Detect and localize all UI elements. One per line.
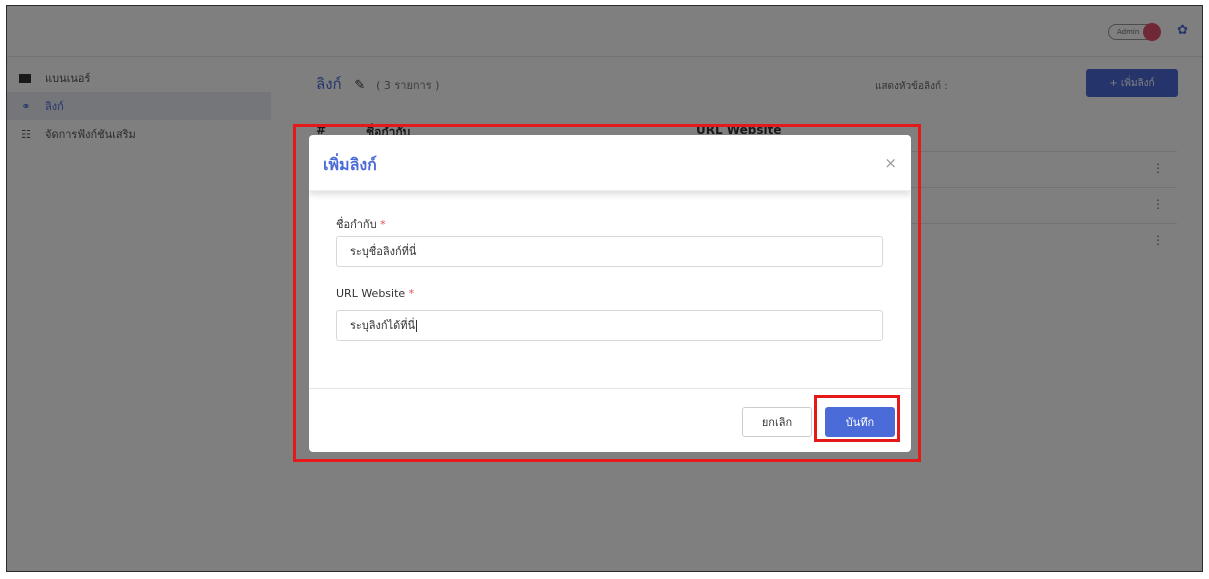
dialog-footer-divider: [309, 388, 911, 389]
close-icon[interactable]: ×: [884, 154, 897, 172]
url-input[interactable]: ระบุลิงก์ได้ที่นี่: [336, 310, 883, 341]
url-field-label: URL Website *: [336, 287, 414, 300]
url-input-value: ระบุลิงก์ได้ที่นี่: [350, 319, 416, 332]
name-label-text: ชื่อกำกับ: [336, 218, 377, 231]
app-window: Admin ✿ แบนเนอร์ ⚭ ลิงก์ ☷ จัดการฟังก์ชั…: [6, 5, 1203, 572]
add-link-dialog: เพิ่มลิงก์ × ชื่อกำกับ * ระบุชื่อลิงก์ที…: [309, 135, 911, 452]
required-mark: *: [380, 218, 386, 231]
name-input[interactable]: ระบุชื่อลิงก์ที่นี่: [336, 236, 883, 267]
dialog-header: เพิ่มลิงก์ ×: [309, 135, 911, 191]
name-input-value: ระบุชื่อลิงก์ที่นี่: [350, 245, 417, 258]
cancel-button[interactable]: ยกเลิก: [742, 407, 812, 437]
name-field-label: ชื่อกำกับ *: [336, 215, 386, 233]
required-mark: *: [408, 287, 415, 300]
url-label-text: URL Website: [336, 287, 406, 300]
dialog-title: เพิ่มลิงก์: [323, 155, 377, 174]
text-cursor: [416, 320, 418, 332]
save-button[interactable]: บันทึก: [825, 407, 895, 437]
